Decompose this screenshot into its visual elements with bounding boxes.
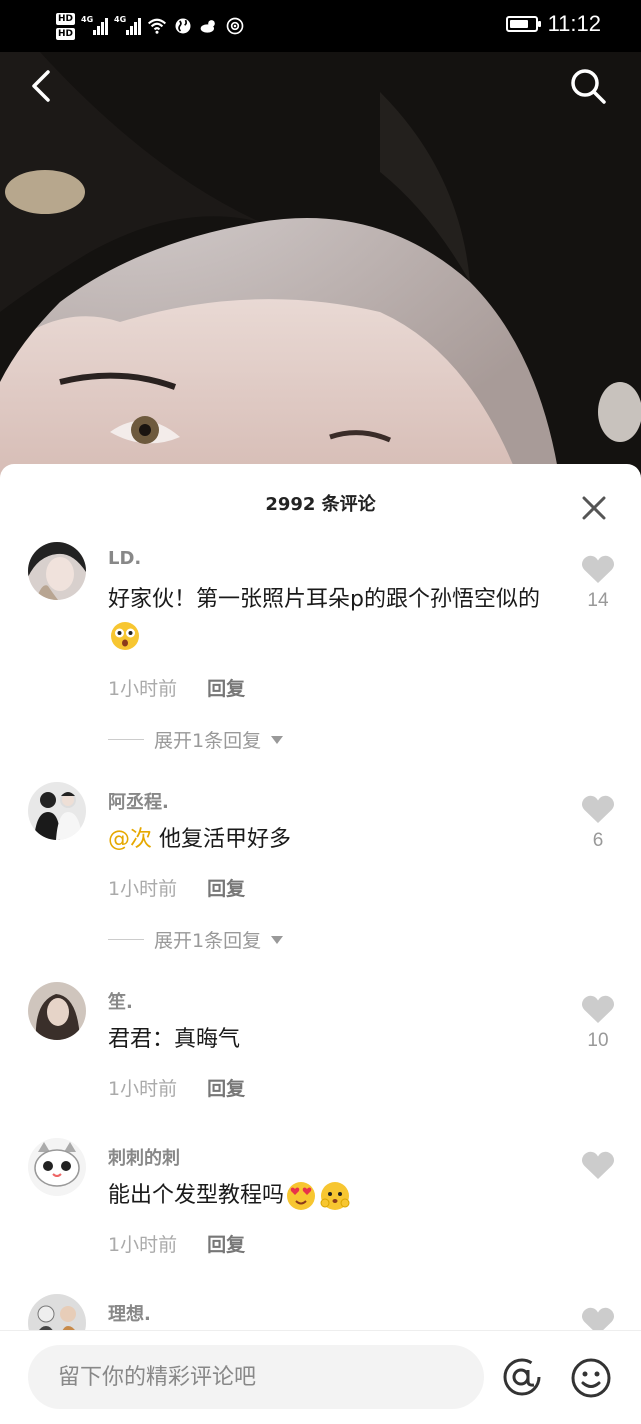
clock: 11:12 [547, 11, 601, 36]
reply-button[interactable]: 回复 [207, 874, 245, 901]
post-photo[interactable] [0, 52, 641, 482]
reply-button[interactable]: 回复 [207, 674, 245, 701]
comment-time: 1小时前 [108, 1078, 178, 1100]
expand-replies-label: 展开1条回复 [154, 730, 262, 752]
comment-input-bar [0, 1330, 641, 1424]
status-bar: HD HD 4G 4G 11:12 [0, 0, 641, 52]
avatar[interactable] [28, 782, 86, 840]
heart-icon [581, 995, 615, 1023]
smiley-icon[interactable] [570, 1357, 612, 1399]
username[interactable]: 刺刺的刺 [108, 1144, 180, 1170]
battery-icon [505, 16, 541, 32]
username[interactable]: 理想. [108, 1300, 151, 1326]
like-count: 6 [592, 830, 604, 851]
caret-down-icon [271, 735, 284, 744]
username[interactable]: 笙. [108, 988, 133, 1014]
heart-icon [581, 555, 615, 583]
like-button[interactable]: 14 [578, 554, 618, 612]
mention-link[interactable]: @次 [108, 827, 152, 852]
like-button[interactable] [578, 1150, 618, 1186]
avatar[interactable] [28, 982, 86, 1040]
like-button[interactable]: 6 [578, 794, 618, 852]
like-button[interactable]: 10 [578, 994, 618, 1052]
like-count: 10 [587, 1030, 609, 1051]
at-icon[interactable] [500, 1355, 544, 1399]
close-button[interactable] [578, 492, 610, 524]
avatar[interactable] [28, 1138, 86, 1196]
wifi-icon [147, 18, 167, 34]
signal-2-icon: 4G [114, 15, 142, 35]
back-button[interactable] [22, 64, 66, 108]
globe-icon [175, 18, 191, 34]
comments-sheet: 2992 条评论 LD. 好家伙！第一张照片耳朵p的跟个孙悟空似的 1小时前 回… [0, 464, 641, 1424]
comment-text: @次 他复活甲好多 [108, 827, 292, 852]
caret-down-icon [271, 935, 284, 944]
signal-1-icon: 4G [81, 15, 109, 35]
comment-text: 能出个发型教程吗 [108, 1178, 558, 1214]
heart-icon [581, 1151, 615, 1179]
comment-text: 君君：真晦气 [108, 1027, 241, 1052]
comment-time: 1小时前 [108, 678, 178, 700]
heart-icon [581, 795, 615, 823]
shy-emoji-icon [320, 1182, 350, 1210]
astonished-emoji-icon [111, 622, 139, 650]
location-icon [226, 17, 244, 35]
search-button[interactable] [566, 64, 610, 108]
hd-badge-2: HD [56, 27, 76, 40]
expand-replies-button[interactable]: 展开1条回复 [108, 726, 284, 753]
comment-time: 1小时前 [108, 1234, 178, 1256]
hd-badge-1: HD [56, 12, 76, 25]
expand-replies-button[interactable]: 展开1条回复 [108, 926, 284, 953]
avatar[interactable] [28, 542, 86, 600]
like-count: 14 [587, 590, 609, 611]
heart-eyes-emoji-icon [287, 1182, 316, 1210]
weather-icon [200, 20, 215, 33]
reply-button[interactable]: 回复 [207, 1074, 245, 1101]
username[interactable]: 阿丞程. [108, 788, 169, 814]
reply-button[interactable]: 回复 [207, 1230, 245, 1257]
comment-time: 1小时前 [108, 878, 178, 900]
comment-text: 好家伙！第一张照片耳朵p的跟个孙悟空似的 [108, 582, 558, 654]
comment-input[interactable] [28, 1345, 484, 1409]
expand-replies-label: 展开1条回复 [154, 930, 262, 952]
photo-illustration [0, 52, 641, 482]
comments-count-title: 2992 条评论 [265, 494, 376, 515]
username[interactable]: LD. [108, 548, 141, 569]
